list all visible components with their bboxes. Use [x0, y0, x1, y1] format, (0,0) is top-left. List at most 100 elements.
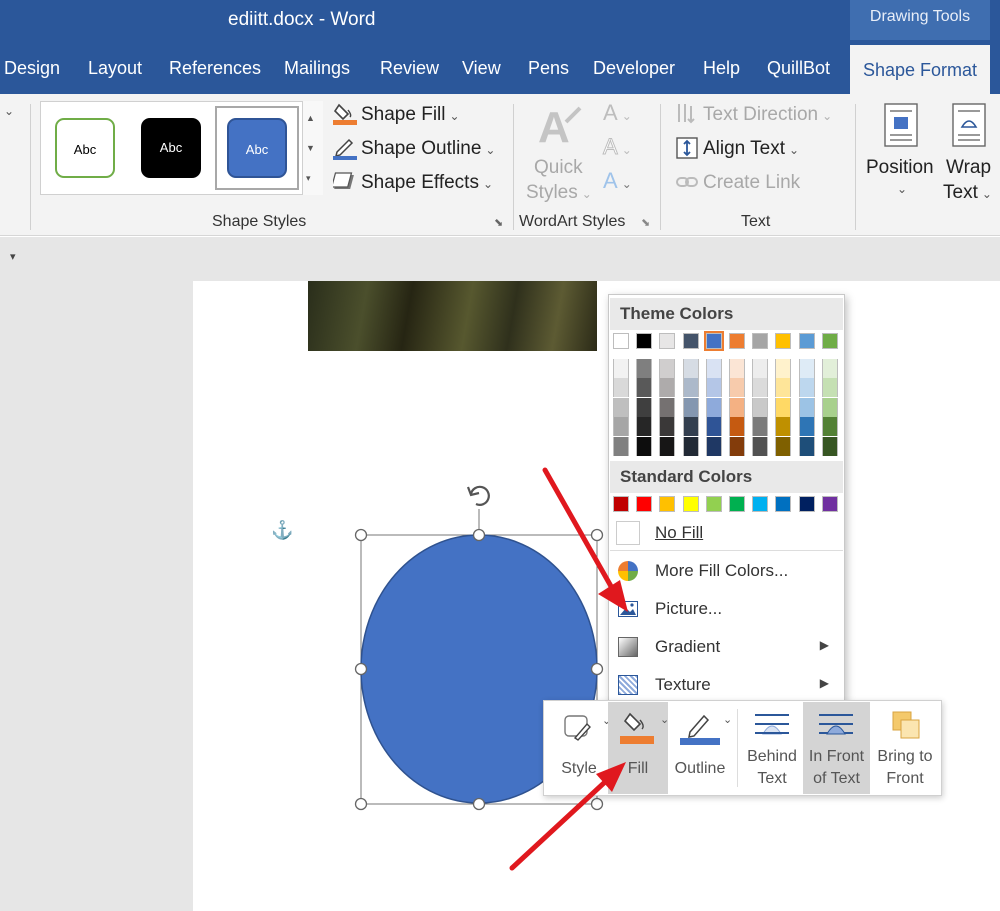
- bring-to-front-button[interactable]: Bring to Front: [871, 702, 939, 794]
- wordart-launcher-icon[interactable]: ⬊: [641, 216, 650, 229]
- mini-fill-button[interactable]: Fill: [608, 702, 668, 794]
- tab-design[interactable]: Design: [4, 58, 60, 79]
- create-link-button[interactable]: Create Link: [703, 172, 800, 194]
- theme-color-shade-swatch[interactable]: [682, 397, 699, 417]
- tab-help[interactable]: Help: [703, 58, 740, 79]
- tab-mailings[interactable]: Mailings: [284, 58, 350, 79]
- theme-color-shade-swatch[interactable]: [798, 417, 815, 437]
- quick-access-caret-icon[interactable]: ▾: [10, 250, 16, 263]
- gradient-fill-item[interactable]: Gradient ▶: [610, 628, 843, 666]
- standard-color-swatch[interactable]: [682, 496, 699, 512]
- standard-color-swatch[interactable]: [729, 496, 745, 512]
- gallery-more-icon[interactable]: ▾: [306, 173, 311, 184]
- in-front-of-text-button[interactable]: In Front of Text: [803, 702, 870, 794]
- theme-color-shade-swatch[interactable]: [705, 378, 722, 398]
- tab-references[interactable]: References: [169, 58, 261, 79]
- theme-color-shade-swatch[interactable]: [775, 378, 792, 398]
- theme-color-shade-swatch[interactable]: [821, 397, 838, 417]
- theme-color-shade-swatch[interactable]: [659, 417, 676, 437]
- theme-color-swatch[interactable]: [636, 333, 653, 349]
- theme-color-shade-swatch[interactable]: [729, 397, 745, 417]
- theme-color-shade-swatch[interactable]: [613, 359, 629, 378]
- theme-color-swatch[interactable]: [613, 333, 629, 349]
- tab-layout[interactable]: Layout: [88, 58, 142, 79]
- insert-shapes-caret-icon[interactable]: ⌄: [4, 104, 14, 118]
- standard-color-swatch[interactable]: [705, 496, 722, 512]
- behind-text-button[interactable]: Behind Text: [741, 702, 803, 794]
- theme-color-shade-swatch[interactable]: [775, 436, 792, 456]
- theme-color-swatch[interactable]: [821, 333, 838, 349]
- theme-color-shade-swatch[interactable]: [636, 397, 653, 417]
- shape-effects-button[interactable]: Shape Effects ⌄: [361, 172, 493, 194]
- theme-color-shade-swatch[interactable]: [821, 417, 838, 437]
- theme-color-shade-swatch[interactable]: [729, 436, 745, 456]
- theme-color-shade-swatch[interactable]: [705, 436, 722, 456]
- inserted-photo[interactable]: [308, 281, 597, 351]
- theme-color-shade-swatch[interactable]: [636, 417, 653, 437]
- theme-color-shade-swatch[interactable]: [775, 417, 792, 437]
- standard-color-swatch[interactable]: [752, 496, 769, 512]
- align-text-button[interactable]: Align Text ⌄: [703, 138, 799, 160]
- theme-color-shade-swatch[interactable]: [798, 359, 815, 378]
- quick-styles-button[interactable]: Quick: [534, 157, 583, 179]
- more-fill-colors-item[interactable]: More Fill Colors...: [610, 552, 843, 590]
- theme-color-shade-swatch[interactable]: [798, 397, 815, 417]
- style-item-blue[interactable]: Abc: [227, 118, 287, 178]
- theme-color-shade-swatch[interactable]: [613, 417, 629, 437]
- theme-color-shade-swatch[interactable]: [636, 359, 653, 378]
- theme-color-swatch[interactable]: [703, 331, 724, 351]
- shape-fill-button[interactable]: Shape Fill ⌄: [361, 104, 460, 126]
- theme-color-shade-swatch[interactable]: [729, 378, 745, 398]
- gallery-down-icon[interactable]: ▼: [306, 143, 315, 153]
- theme-color-shade-swatch[interactable]: [659, 436, 676, 456]
- theme-color-swatch[interactable]: [682, 333, 699, 349]
- theme-color-shade-swatch[interactable]: [752, 417, 769, 437]
- style-item-black[interactable]: Abc: [141, 118, 201, 178]
- no-fill-item[interactable]: No Fill: [610, 514, 843, 552]
- theme-color-swatch[interactable]: [729, 333, 745, 349]
- theme-color-shade-swatch[interactable]: [659, 397, 676, 417]
- picture-fill-item[interactable]: Picture...: [610, 590, 843, 628]
- theme-color-shade-swatch[interactable]: [752, 397, 769, 417]
- theme-color-shade-swatch[interactable]: [821, 359, 838, 378]
- theme-color-shade-swatch[interactable]: [705, 397, 722, 417]
- theme-color-shade-swatch[interactable]: [775, 359, 792, 378]
- theme-color-shade-swatch[interactable]: [705, 417, 722, 437]
- theme-color-shade-swatch[interactable]: [682, 436, 699, 456]
- standard-color-swatch[interactable]: [775, 496, 792, 512]
- standard-color-swatch[interactable]: [798, 496, 815, 512]
- theme-color-swatch[interactable]: [798, 333, 815, 349]
- tab-quillbot[interactable]: QuillBot: [767, 58, 830, 79]
- theme-color-shade-swatch[interactable]: [705, 359, 722, 378]
- tab-pens[interactable]: Pens: [528, 58, 569, 79]
- theme-color-shade-swatch[interactable]: [682, 378, 699, 398]
- theme-color-swatch[interactable]: [659, 333, 676, 349]
- theme-color-shade-swatch[interactable]: [729, 417, 745, 437]
- standard-color-swatch[interactable]: [821, 496, 838, 512]
- theme-color-shade-swatch[interactable]: [798, 436, 815, 456]
- theme-color-shade-swatch[interactable]: [613, 378, 629, 398]
- theme-color-shade-swatch[interactable]: [752, 378, 769, 398]
- gallery-up-icon[interactable]: ▲: [306, 113, 315, 123]
- theme-color-shade-swatch[interactable]: [821, 378, 838, 398]
- shape-outline-button[interactable]: Shape Outline ⌄: [361, 138, 495, 160]
- standard-color-swatch[interactable]: [636, 496, 653, 512]
- theme-color-shade-swatch[interactable]: [659, 378, 676, 398]
- theme-color-shade-swatch[interactable]: [682, 359, 699, 378]
- theme-color-shade-swatch[interactable]: [798, 378, 815, 398]
- quick-styles-button-line2[interactable]: Styles ⌄: [526, 182, 592, 204]
- theme-color-shade-swatch[interactable]: [613, 397, 629, 417]
- style-item-outline-green[interactable]: Abc: [55, 118, 115, 178]
- text-effects-icon[interactable]: A ⌄: [603, 168, 632, 194]
- text-fill-icon[interactable]: A ⌄: [603, 100, 632, 126]
- theme-color-shade-swatch[interactable]: [752, 436, 769, 456]
- tab-review[interactable]: Review: [380, 58, 439, 79]
- standard-color-swatch[interactable]: [659, 496, 676, 512]
- text-outline-icon[interactable]: A ⌄: [603, 134, 632, 160]
- theme-color-swatch[interactable]: [752, 333, 769, 349]
- mini-style-button[interactable]: ⌄ Style: [549, 702, 611, 794]
- position-button[interactable]: Position: [866, 157, 934, 179]
- theme-color-shade-swatch[interactable]: [821, 436, 838, 456]
- tab-shape-format[interactable]: Shape Format: [850, 45, 990, 94]
- tab-view[interactable]: View: [462, 58, 501, 79]
